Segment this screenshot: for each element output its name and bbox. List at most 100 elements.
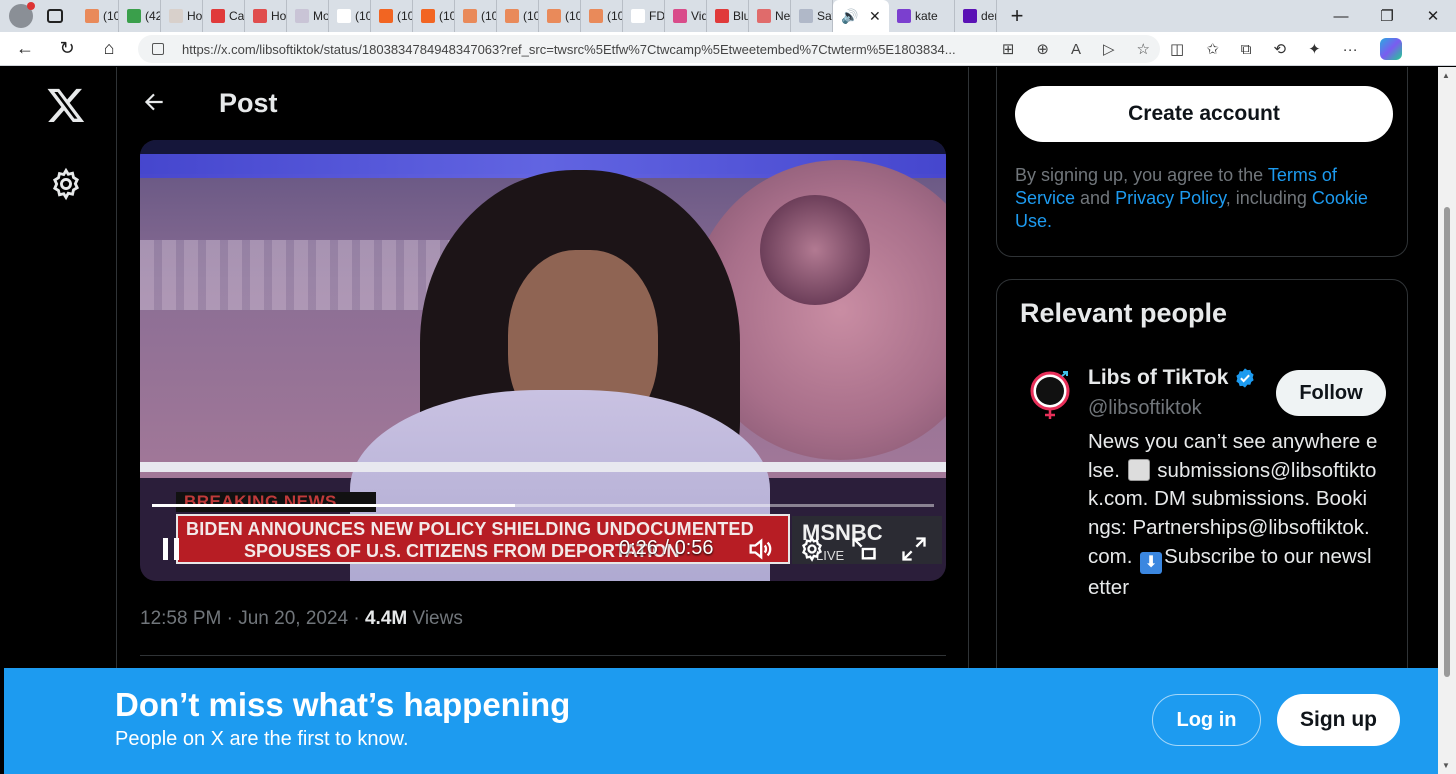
tab-title: (100 xyxy=(355,9,370,23)
legal-and: and xyxy=(1075,188,1116,208)
signup-card: Create account By signing up, you agree … xyxy=(996,67,1408,257)
browser-tab[interactable]: (100 xyxy=(455,0,497,32)
fullscreen-icon[interactable] xyxy=(900,535,928,563)
video-settings-icon[interactable] xyxy=(798,535,826,563)
login-button[interactable]: Log in xyxy=(1152,694,1261,746)
favorites-icon[interactable]: ✩ xyxy=(1206,40,1219,58)
browser-tab[interactable]: Say xyxy=(791,0,833,32)
extensions-icon[interactable]: ✦ xyxy=(1308,40,1321,58)
tab-favicon-icon xyxy=(295,9,309,23)
tab-title: Hom xyxy=(271,9,287,23)
profile-handle[interactable]: @libsoftiktok xyxy=(1088,397,1202,420)
maximize-icon[interactable]: ❐ xyxy=(1364,7,1410,25)
tab-favicon-icon xyxy=(799,9,813,23)
favorite-star-icon[interactable]: ☆ xyxy=(1137,40,1150,58)
browser-tab[interactable]: New xyxy=(749,0,791,32)
pause-icon[interactable] xyxy=(160,535,182,563)
tab-title: dem xyxy=(981,9,996,23)
browser-tab[interactable]: Hom xyxy=(245,0,287,32)
profile-avatar-icon[interactable] xyxy=(9,2,35,28)
url-text[interactable]: https://x.com/libsoftiktok/status/180383… xyxy=(182,42,962,57)
video-progress-bar[interactable] xyxy=(152,504,934,507)
browser-tab[interactable]: kate xyxy=(889,0,955,32)
chyron-line-2: SPOUSES OF U.S. CITIZENS FROM DEPORTATIO… xyxy=(244,541,680,561)
scrollbar-thumb[interactable] xyxy=(1444,207,1450,677)
browser-tab[interactable]: dem xyxy=(955,0,997,32)
close-tab-icon[interactable]: ✕ xyxy=(869,8,881,25)
create-account-button[interactable]: Create account xyxy=(1015,86,1393,142)
tab-strip: (100 (429 How Carly Hom Mod (100 (100 (100 (100 (1… xyxy=(77,0,833,32)
browser-tab[interactable]: (100 xyxy=(539,0,581,32)
browser-tab[interactable]: (429 xyxy=(119,0,161,32)
volume-icon[interactable] xyxy=(746,535,774,563)
browser-tab[interactable]: (100 xyxy=(371,0,413,32)
media-icon[interactable]: ▷ xyxy=(1103,40,1115,58)
close-window-icon[interactable]: ✕ xyxy=(1410,7,1456,25)
tab-favicon-icon xyxy=(85,9,99,23)
breaking-news-label: BREAKING NEWS xyxy=(176,492,376,512)
video-backdrop-seal xyxy=(760,195,870,305)
copilot-icon[interactable] xyxy=(1379,38,1402,60)
url-field[interactable]: https://x.com/libsoftiktok/status/180383… xyxy=(138,35,1160,63)
tab-title: (100 xyxy=(523,9,538,23)
back-arrow-icon[interactable] xyxy=(141,89,167,115)
collections-icon[interactable]: ⧉ xyxy=(1241,41,1252,58)
banner-subtitle: People on X are the first to know. xyxy=(115,728,409,750)
picture-in-picture-icon[interactable] xyxy=(850,535,878,563)
tab-title: Vide xyxy=(691,9,706,23)
browser-tab[interactable]: Vide xyxy=(665,0,707,32)
tab-title: New xyxy=(775,9,791,23)
browser-tab[interactable]: How xyxy=(161,0,203,32)
refresh-icon[interactable]: ↻ xyxy=(46,38,88,59)
profile-bio: News you can’t see anywhere else. submis… xyxy=(1088,428,1378,603)
tab-actions-icon[interactable] xyxy=(47,9,63,23)
back-icon[interactable]: ← xyxy=(4,38,46,59)
browser-tab[interactable]: Carly xyxy=(203,0,245,32)
profile-name[interactable]: Libs of TikTok xyxy=(1088,366,1256,390)
browser-tab[interactable]: (100 xyxy=(581,0,623,32)
profile-name-text[interactable]: Libs of TikTok xyxy=(1088,366,1228,390)
browser-tab[interactable]: (100 xyxy=(413,0,455,32)
split-screen-icon[interactable]: ◫ xyxy=(1170,40,1184,58)
browser-tab[interactable]: FDA xyxy=(623,0,665,32)
post-timestamp[interactable]: 12:58 PM · Jun 20, 2024 · xyxy=(140,608,365,629)
minimize-icon[interactable]: — xyxy=(1318,8,1364,25)
tab-title: FDA xyxy=(649,9,665,23)
settings-gear-icon[interactable] xyxy=(49,167,83,201)
browser-toolbar-icons: ◫ ✩ ⧉ ⟲ ✦ ··· xyxy=(1170,32,1402,66)
avatar[interactable] xyxy=(1029,370,1071,422)
x-logo-icon[interactable] xyxy=(46,85,86,125)
browser-tab[interactable]: Mod xyxy=(287,0,329,32)
tab-title: (100 xyxy=(397,9,412,23)
more-menu-icon[interactable]: ··· xyxy=(1343,41,1358,58)
window-controls: — ❐ ✕ xyxy=(1318,0,1456,32)
tab-favicon-icon xyxy=(897,9,911,23)
tab-favicon-icon xyxy=(631,9,645,23)
browser-tab[interactable]: Blue xyxy=(707,0,749,32)
read-aloud-icon[interactable]: A xyxy=(1071,41,1081,58)
history-icon[interactable]: ⟲ xyxy=(1273,40,1286,58)
new-tab-button[interactable]: + xyxy=(1003,3,1031,29)
zoom-icon[interactable]: ⊕ xyxy=(1036,40,1049,58)
address-bar: ← ↻ ⌂ https://x.com/libsoftiktok/status/… xyxy=(0,32,1456,66)
tab-favicon-icon xyxy=(589,9,603,23)
browser-tab[interactable]: (100 xyxy=(497,0,539,32)
tab-title: (100 xyxy=(565,9,580,23)
home-icon[interactable]: ⌂ xyxy=(88,38,130,59)
browser-tab-bar: (100 (429 How Carly Hom Mod (100 (100 (100 (100 (1… xyxy=(0,0,1456,32)
scroll-up-icon[interactable]: ▲ xyxy=(1442,71,1450,80)
lock-icon[interactable] xyxy=(152,43,164,55)
legal-period: . xyxy=(1047,211,1053,231)
app-available-icon[interactable]: ⊞ xyxy=(1002,40,1015,58)
tab-active[interactable]: 🔊 ✕ xyxy=(833,0,889,32)
follow-button[interactable]: Follow xyxy=(1276,370,1386,416)
signup-button[interactable]: Sign up xyxy=(1277,694,1400,746)
browser-tab[interactable]: (100 xyxy=(77,0,119,32)
video-player[interactable]: BREAKING NEWS BIDEN ANNOUNCES NEW POLICY… xyxy=(140,140,946,581)
scroll-down-icon[interactable]: ▼ xyxy=(1442,761,1450,770)
privacy-link[interactable]: Privacy Policy xyxy=(1115,188,1226,208)
tab-favicon-icon xyxy=(547,9,561,23)
browser-tab[interactable]: (100 xyxy=(329,0,371,32)
tab-favicon-icon xyxy=(673,9,687,23)
page-scrollbar[interactable]: ▲ ▼ xyxy=(1438,67,1456,774)
